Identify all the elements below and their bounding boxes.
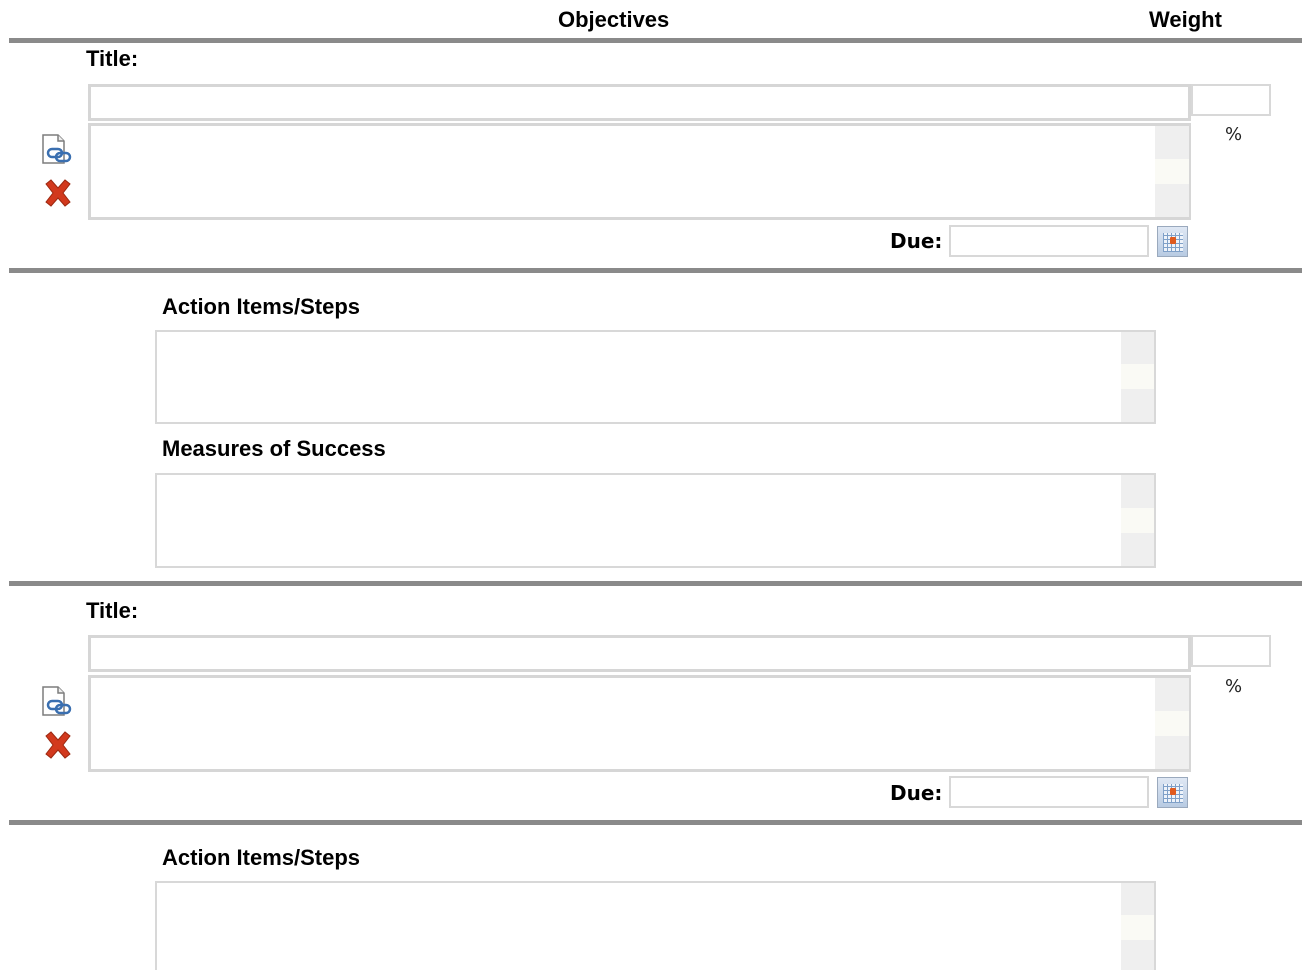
divider: [9, 820, 1302, 825]
divider: [9, 581, 1302, 586]
calendar-icon[interactable]: [1157, 226, 1188, 257]
due-date-input[interactable]: [949, 225, 1149, 257]
scrollbar[interactable]: [1155, 678, 1189, 769]
weight-input[interactable]: [1191, 84, 1271, 116]
calendar-icon[interactable]: [1157, 777, 1188, 808]
delete-x-icon[interactable]: [42, 730, 74, 760]
divider: [9, 38, 1302, 43]
divider: [9, 268, 1302, 273]
title-input[interactable]: [88, 635, 1191, 672]
scrollbar[interactable]: [1155, 126, 1189, 217]
due-label: Due:: [890, 229, 943, 253]
action-items-label: Action Items/Steps: [162, 294, 361, 319]
objectives-header: Objectives: [558, 7, 670, 32]
scrollbar[interactable]: [1121, 883, 1154, 970]
description-textarea[interactable]: [88, 675, 1191, 772]
description-textarea[interactable]: [88, 123, 1191, 220]
action-items-textarea[interactable]: [155, 330, 1156, 424]
percent-label: %: [1225, 676, 1243, 697]
title-label: Title:: [86, 598, 139, 623]
measures-of-success-label: Measures of Success: [162, 436, 386, 461]
scrollbar[interactable]: [1121, 475, 1154, 566]
delete-x-icon[interactable]: [42, 178, 74, 208]
due-date-input[interactable]: [949, 776, 1149, 808]
title-input[interactable]: [88, 84, 1191, 121]
due-label: Due:: [890, 781, 943, 805]
measures-of-success-textarea[interactable]: [155, 473, 1156, 568]
weight-input[interactable]: [1191, 635, 1271, 667]
scrollbar[interactable]: [1121, 332, 1154, 422]
document-link-icon[interactable]: [40, 133, 74, 169]
document-link-icon[interactable]: [40, 685, 74, 721]
percent-label: %: [1225, 124, 1243, 145]
action-items-textarea[interactable]: [155, 881, 1156, 970]
weight-header: Weight: [1149, 7, 1222, 32]
action-items-label: Action Items/Steps: [162, 845, 361, 870]
title-label: Title:: [86, 46, 139, 71]
